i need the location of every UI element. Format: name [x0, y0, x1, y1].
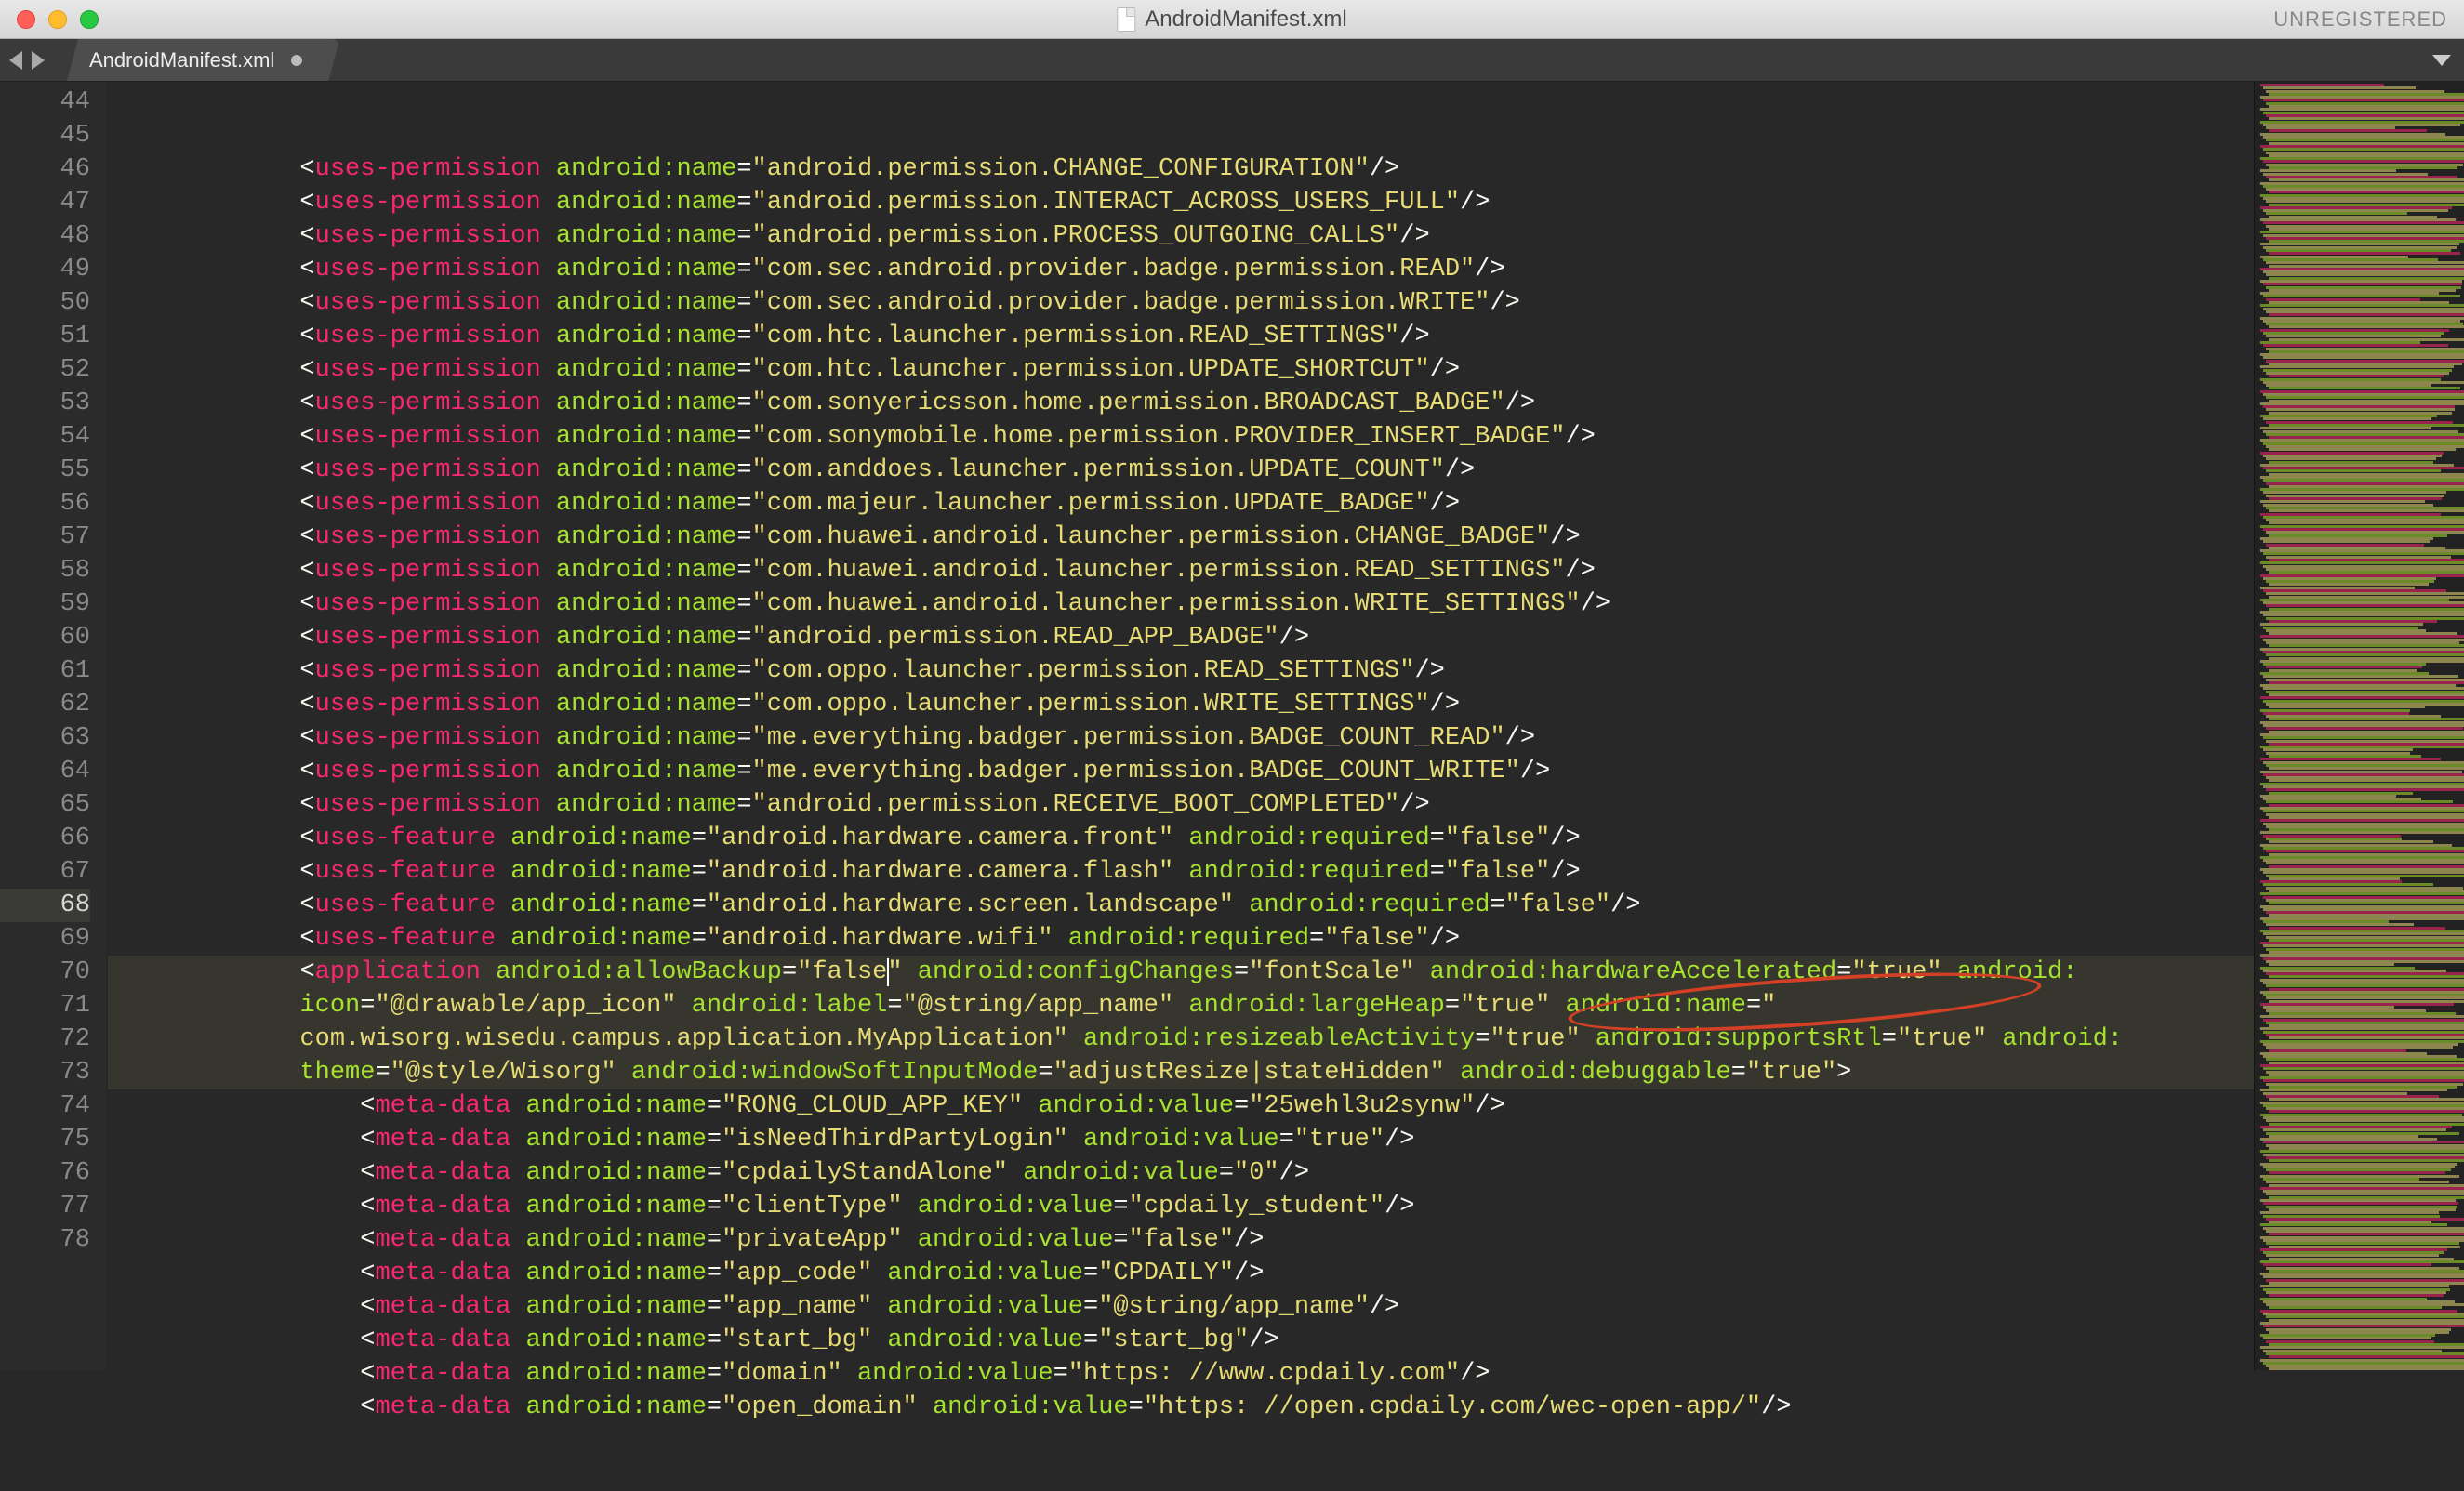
file-icon	[1117, 7, 1135, 32]
tab-bar: AndroidManifest.xml	[0, 39, 2464, 82]
window-titlebar: AndroidManifest.xml UNREGISTERED	[0, 0, 2464, 39]
tab-nav-arrows	[0, 39, 54, 81]
minimize-window-button[interactable]	[48, 10, 67, 29]
traffic-lights	[17, 10, 99, 29]
tab-modified-indicator	[291, 55, 302, 66]
history-back-button[interactable]	[9, 51, 22, 70]
window-title-text: AndroidManifest.xml	[1145, 7, 1346, 33]
tab-active[interactable]: AndroidManifest.xml	[67, 39, 339, 81]
unregistered-label: UNREGISTERED	[2273, 7, 2447, 32]
line-number-gutter[interactable]: 4445464748495051525354555657585960616263…	[0, 82, 108, 1370]
code-area[interactable]: <uses-permission android:name="android.p…	[108, 82, 2254, 1370]
history-forward-button[interactable]	[32, 51, 45, 70]
editor: 4445464748495051525354555657585960616263…	[0, 82, 2464, 1370]
tab-label: AndroidManifest.xml	[89, 48, 274, 73]
window-title: AndroidManifest.xml	[1117, 7, 1346, 33]
close-window-button[interactable]	[17, 10, 35, 29]
tab-overflow-icon[interactable]	[2432, 55, 2451, 66]
zoom-window-button[interactable]	[80, 10, 99, 29]
minimap[interactable]	[2254, 82, 2464, 1370]
